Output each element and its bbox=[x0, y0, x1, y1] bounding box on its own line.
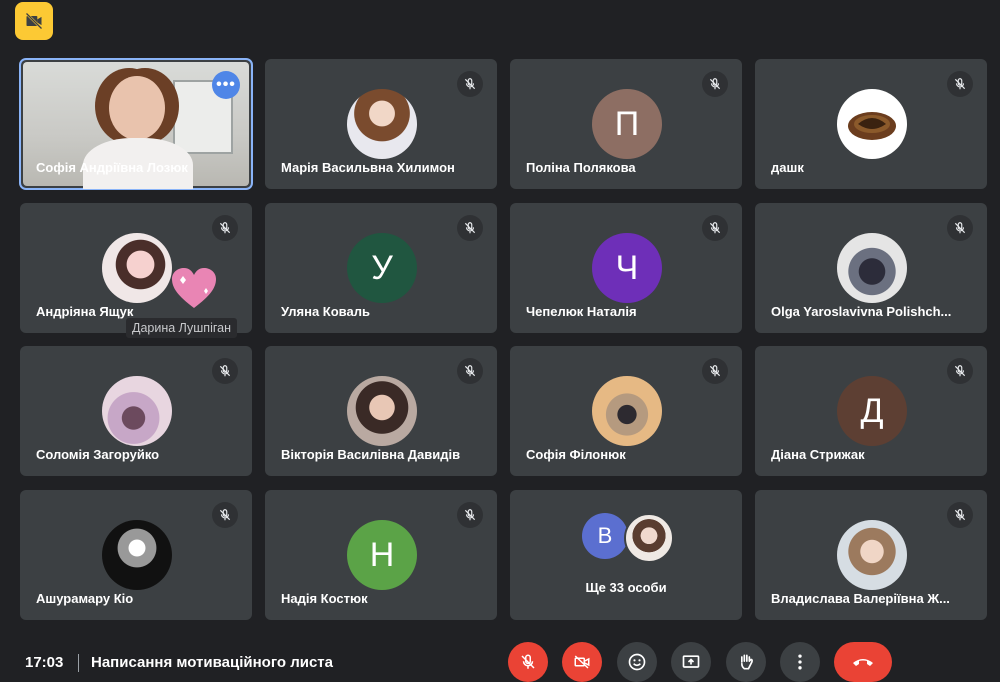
participant-name: Владислава Валеріївна Ж... bbox=[771, 591, 950, 606]
raise-hand-button[interactable] bbox=[726, 642, 766, 682]
participant-name: Ашурамару Кіо bbox=[36, 591, 134, 606]
meeting-time: 17:03 bbox=[25, 654, 64, 671]
participant-tile[interactable]: Соломія Загоруйко bbox=[20, 346, 252, 476]
divider bbox=[78, 654, 79, 672]
more-horiz-icon: ••• bbox=[216, 76, 236, 93]
avatar bbox=[837, 89, 907, 159]
camera-off-icon bbox=[25, 12, 43, 30]
avatar bbox=[592, 376, 662, 446]
mic-off-icon bbox=[457, 358, 483, 384]
mic-off-icon bbox=[947, 215, 973, 241]
avatar bbox=[624, 513, 674, 563]
avatar bbox=[347, 89, 417, 159]
participant-name: Марія Васильвна Хилимон bbox=[281, 160, 455, 175]
emoji-button[interactable] bbox=[617, 642, 657, 682]
participant-name: Софія Філонюк bbox=[526, 447, 626, 462]
participant-tile[interactable]: У Уляна Коваль bbox=[265, 203, 497, 333]
overflow-avatars: В bbox=[582, 513, 674, 563]
mic-off-icon bbox=[521, 654, 535, 669]
avatar bbox=[102, 520, 172, 590]
more-vert-icon bbox=[798, 654, 802, 670]
participant-name: Софія Андріївна Лозюк bbox=[36, 160, 188, 175]
camera-off-badge[interactable] bbox=[15, 2, 53, 40]
avatar-initial: Д bbox=[837, 376, 907, 446]
participant-tile[interactable]: Владислава Валеріївна Ж... bbox=[755, 490, 987, 620]
floating-participant-name: Дарина Лушпіган bbox=[126, 318, 237, 338]
more-options-button[interactable]: ••• bbox=[212, 71, 240, 99]
participant-name: Olga Yaroslavivna Polishch... bbox=[771, 304, 952, 319]
present-screen-button[interactable] bbox=[671, 642, 711, 682]
participant-name: Поліна Полякова bbox=[526, 160, 636, 175]
avatar bbox=[102, 376, 172, 446]
mic-off-icon bbox=[702, 215, 728, 241]
avatar-initial: В bbox=[582, 513, 628, 559]
mic-off-icon bbox=[212, 502, 238, 528]
mic-off-icon bbox=[457, 502, 483, 528]
participant-tile[interactable]: П Поліна Полякова bbox=[510, 59, 742, 189]
mic-toggle-button[interactable] bbox=[508, 642, 548, 682]
bottom-bar: 17:03 Написання мотиваційного листа bbox=[0, 630, 1000, 682]
avatar-initial: Н bbox=[347, 520, 417, 590]
participant-tile[interactable]: ••• Софія Андріївна Лозюк bbox=[19, 58, 253, 190]
participant-name: Соломія Загоруйко bbox=[36, 447, 160, 462]
participant-tile[interactable]: Вікторія Василівна Давидів bbox=[265, 346, 497, 476]
avatar bbox=[837, 520, 907, 590]
avatar bbox=[102, 233, 172, 303]
mic-off-icon bbox=[947, 71, 973, 97]
camera-off-icon bbox=[574, 655, 590, 669]
avatar-initial: У bbox=[347, 233, 417, 303]
avatar-initial: П bbox=[592, 89, 662, 159]
participant-name: Уляна Коваль bbox=[281, 304, 370, 319]
participant-tile[interactable]: Софія Філонюк bbox=[510, 346, 742, 476]
participant-tile[interactable]: Н Надія Костюк bbox=[265, 490, 497, 620]
meeting-title: Написання мотиваційного листа bbox=[91, 654, 333, 671]
pastry-icon bbox=[848, 112, 896, 140]
participant-tile[interactable]: Ашурамару Кіо bbox=[20, 490, 252, 620]
emoji-icon bbox=[628, 653, 646, 671]
heart-reaction-icon bbox=[172, 268, 216, 308]
participant-name: Чепелюк Наталія bbox=[526, 304, 637, 319]
participant-tile[interactable]: Olga Yaroslavivna Polishch... bbox=[755, 203, 987, 333]
mic-off-icon bbox=[212, 358, 238, 384]
participant-tile[interactable]: дашк bbox=[755, 59, 987, 189]
more-options-button[interactable] bbox=[780, 642, 820, 682]
mic-off-icon bbox=[947, 502, 973, 528]
avatar-initial: Ч bbox=[592, 233, 662, 303]
mic-off-icon bbox=[212, 215, 238, 241]
hand-icon bbox=[741, 654, 753, 670]
present-screen-icon bbox=[682, 655, 700, 668]
mic-off-icon bbox=[457, 215, 483, 241]
mic-off-icon bbox=[702, 71, 728, 97]
participant-name: Діана Стрижак bbox=[771, 447, 865, 462]
avatar bbox=[837, 233, 907, 303]
participant-tile[interactable]: Ч Чепелюк Наталія bbox=[510, 203, 742, 333]
participant-name: дашк bbox=[771, 160, 804, 175]
participant-name: Надія Костюк bbox=[281, 591, 368, 606]
phone-hangup-icon bbox=[853, 659, 873, 666]
overflow-count-label: Ще 33 особи bbox=[585, 580, 667, 595]
participant-tile[interactable]: Марія Васильвна Хилимон bbox=[265, 59, 497, 189]
mic-off-icon bbox=[457, 71, 483, 97]
participant-tile[interactable]: Д Діана Стрижак bbox=[755, 346, 987, 476]
camera-toggle-button[interactable] bbox=[562, 642, 602, 682]
avatar bbox=[347, 376, 417, 446]
hang-up-button[interactable] bbox=[834, 642, 892, 682]
participant-name: Вікторія Василівна Давидів bbox=[281, 447, 461, 462]
mic-off-icon bbox=[947, 358, 973, 384]
mic-off-icon bbox=[702, 358, 728, 384]
